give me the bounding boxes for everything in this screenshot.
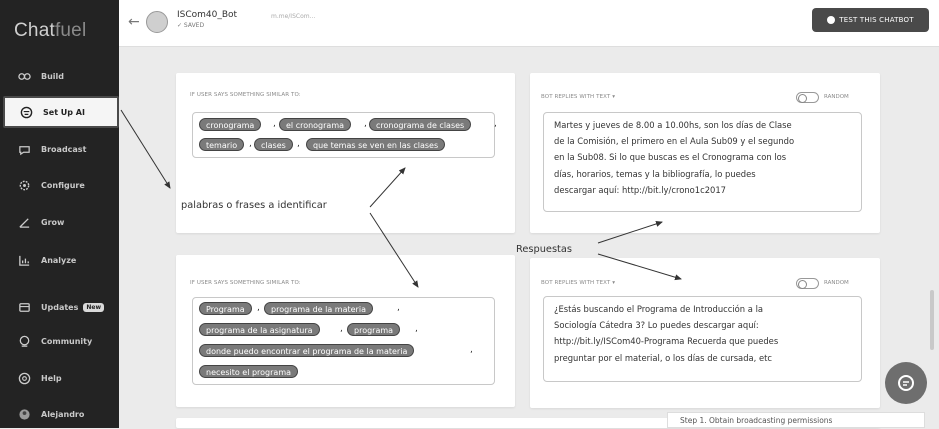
annotation-arrows [120,109,682,288]
help-chat-button[interactable] [885,362,927,404]
annotation-arrow [369,167,406,208]
step-text: Step 1. Obtain broadcasting permissions [680,416,833,425]
chat-icon [898,375,914,391]
scrollbar[interactable] [930,290,934,350]
broadcast-step-bar[interactable]: Step 1. Obtain broadcasting permissions [667,412,925,428]
annotation-arrow [597,253,682,281]
annotation-arrow [120,109,171,189]
annotation-arrow [597,221,663,244]
annotation-arrow [369,212,419,288]
